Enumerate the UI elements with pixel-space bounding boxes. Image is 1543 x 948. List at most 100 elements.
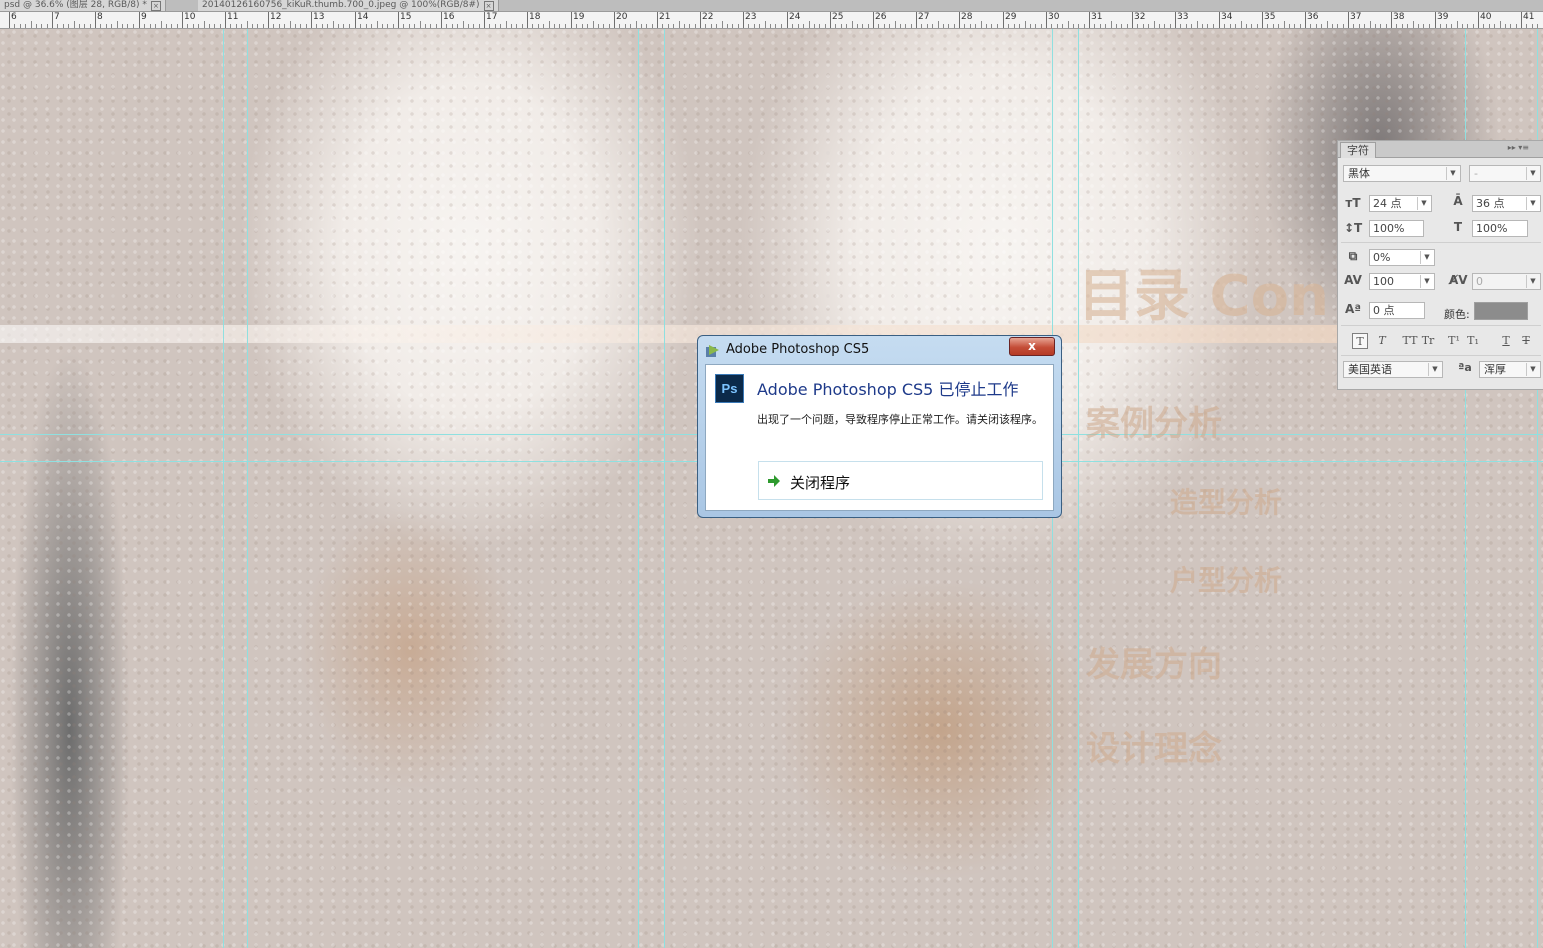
ruler-minor-tick (1505, 24, 1506, 28)
tracking-field[interactable]: 100 ▼ (1369, 273, 1435, 290)
ruler-label: 15 (400, 12, 412, 22)
ruler-minor-tick (284, 24, 285, 28)
close-icon[interactable]: × (150, 1, 161, 11)
color-swatch[interactable] (1474, 302, 1528, 320)
faux-italic-button[interactable]: T (1374, 333, 1390, 349)
ruler-minor-tick (619, 24, 620, 28)
chevron-down-icon[interactable]: ▼ (1428, 363, 1441, 376)
ruler-minor-tick (468, 24, 469, 28)
ruler-minor-tick (1213, 24, 1214, 28)
ruler-minor-tick (1440, 24, 1441, 28)
small-caps-button[interactable]: Tr (1420, 333, 1436, 349)
ruler-minor-tick (1143, 24, 1144, 28)
chevron-down-icon[interactable]: ▼ (1526, 167, 1539, 180)
ruler-minor-tick (522, 24, 523, 28)
ruler-minor-tick (1137, 24, 1138, 28)
ruler-minor-tick (1170, 24, 1171, 28)
ruler-minor-tick (559, 24, 560, 28)
ruler-minor-tick (79, 24, 80, 28)
close-program-button[interactable]: 关闭程序 (758, 461, 1043, 500)
subscript-button[interactable]: T₁ (1465, 333, 1481, 349)
ruler-minor-tick (25, 24, 26, 28)
ruler-minor-tick (74, 21, 75, 28)
ruler-minor-tick (981, 21, 982, 28)
tsume-field[interactable]: 0% ▼ (1369, 249, 1435, 266)
chevron-down-icon[interactable]: ▼ (1526, 275, 1539, 288)
horizontal-scale-field[interactable]: 100% (1472, 220, 1528, 237)
ruler-minor-tick (1105, 24, 1106, 28)
ruler-minor-tick (684, 24, 685, 28)
document-tab-psd[interactable]: psd @ 36.6% (图层 28, RGB/8) * × (0, 0, 166, 11)
document-tab-jpeg[interactable]: 20140126160756_kiKuR.thumb.700_0.jpeg @ … (198, 0, 499, 11)
ruler-minor-tick (500, 24, 501, 28)
ruler-minor-tick (106, 24, 107, 28)
ruler-minor-tick (155, 24, 156, 28)
underline-button[interactable]: T (1498, 333, 1514, 349)
ruler-minor-tick (193, 24, 194, 28)
guide-line[interactable] (247, 29, 248, 948)
antialias-select[interactable]: 浑厚 ▼ (1479, 361, 1541, 378)
ruler-label: 10 (184, 12, 196, 22)
ruler-minor-tick (1310, 24, 1311, 28)
ruler-minor-tick (1246, 24, 1247, 28)
language-select[interactable]: 美国英语 ▼ (1343, 361, 1443, 378)
strikethrough-button[interactable]: T (1518, 333, 1534, 349)
tracking-value: 100 (1373, 275, 1394, 288)
guide-line[interactable] (1078, 29, 1079, 948)
chevron-down-icon[interactable]: ▼ (1446, 167, 1459, 180)
font-style-select[interactable]: - ▼ (1469, 165, 1541, 182)
baseline-shift-field[interactable]: 0 点 (1369, 302, 1425, 319)
chevron-down-icon[interactable]: ▼ (1417, 197, 1430, 210)
chevron-down-icon[interactable]: ▼ (1420, 251, 1433, 264)
chevron-down-icon[interactable]: ▼ (1420, 275, 1433, 288)
leading-field[interactable]: 36 点 ▼ (1472, 195, 1541, 212)
ruler-minor-tick (1224, 24, 1225, 28)
ruler-minor-tick (1327, 21, 1328, 28)
guide-line[interactable] (638, 29, 639, 948)
close-button[interactable]: x (1009, 337, 1055, 356)
ruler-minor-tick (489, 24, 490, 28)
chevron-down-icon[interactable]: ▼ (1526, 363, 1539, 376)
close-icon[interactable]: × (483, 1, 494, 11)
ruler-minor-tick (565, 24, 566, 28)
ruler-label: 7 (54, 12, 60, 22)
ruler-minor-tick (711, 24, 712, 28)
ruler-minor-tick (1251, 24, 1252, 28)
panel-menu-icon[interactable]: ▸▸ ▾≡ (1508, 143, 1529, 152)
guide-line[interactable] (223, 29, 224, 948)
panel-tab-character[interactable]: 字符 (1340, 142, 1376, 158)
horizontal-ruler[interactable]: 6 7 8 9 10 11 12 13 14 15 16 17 18 19 20 21 22 23 24 25 26 27… (0, 12, 1543, 29)
close-program-label: 关闭程序 (790, 474, 851, 492)
ruler-minor-tick (68, 24, 69, 28)
ruler-minor-tick (1014, 24, 1015, 28)
ruler-minor-tick (495, 24, 496, 28)
ruler-minor-tick (41, 24, 42, 28)
superscript-button[interactable]: T¹ (1446, 333, 1462, 349)
ruler-minor-tick (1494, 24, 1495, 28)
ruler-minor-tick (809, 21, 810, 28)
ruler-label: 32 (1134, 12, 1146, 22)
kerning-field[interactable]: 0 ▼ (1472, 273, 1541, 290)
all-caps-button[interactable]: TT (1402, 333, 1418, 349)
ruler-minor-tick (695, 24, 696, 28)
ruler-minor-tick (738, 24, 739, 28)
guide-line[interactable] (664, 29, 665, 948)
ruler-minor-tick (366, 24, 367, 28)
font-size-field[interactable]: 24 点 ▼ (1369, 195, 1432, 212)
font-family-select[interactable]: 黑体 ▼ (1343, 165, 1461, 182)
ruler-minor-tick (230, 24, 231, 28)
ruler-minor-tick (252, 24, 253, 28)
horizontal-scale-value: 100% (1476, 222, 1508, 235)
document-tab-bar: psd @ 36.6% (图层 28, RGB/8) * × 2014012616… (0, 0, 1543, 12)
ruler-minor-tick (360, 24, 361, 28)
faux-bold-button[interactable]: T (1352, 333, 1368, 349)
chevron-down-icon[interactable]: ▼ (1526, 197, 1539, 210)
vertical-scale-field[interactable]: 100% (1369, 220, 1424, 237)
ruler-minor-tick (1359, 24, 1360, 28)
ruler-minor-tick (166, 24, 167, 28)
ruler-minor-tick (220, 24, 221, 28)
ruler-minor-tick (759, 24, 760, 28)
ruler-minor-tick (122, 24, 123, 28)
ruler-minor-tick (576, 24, 577, 28)
ruler-minor-tick (300, 24, 301, 28)
